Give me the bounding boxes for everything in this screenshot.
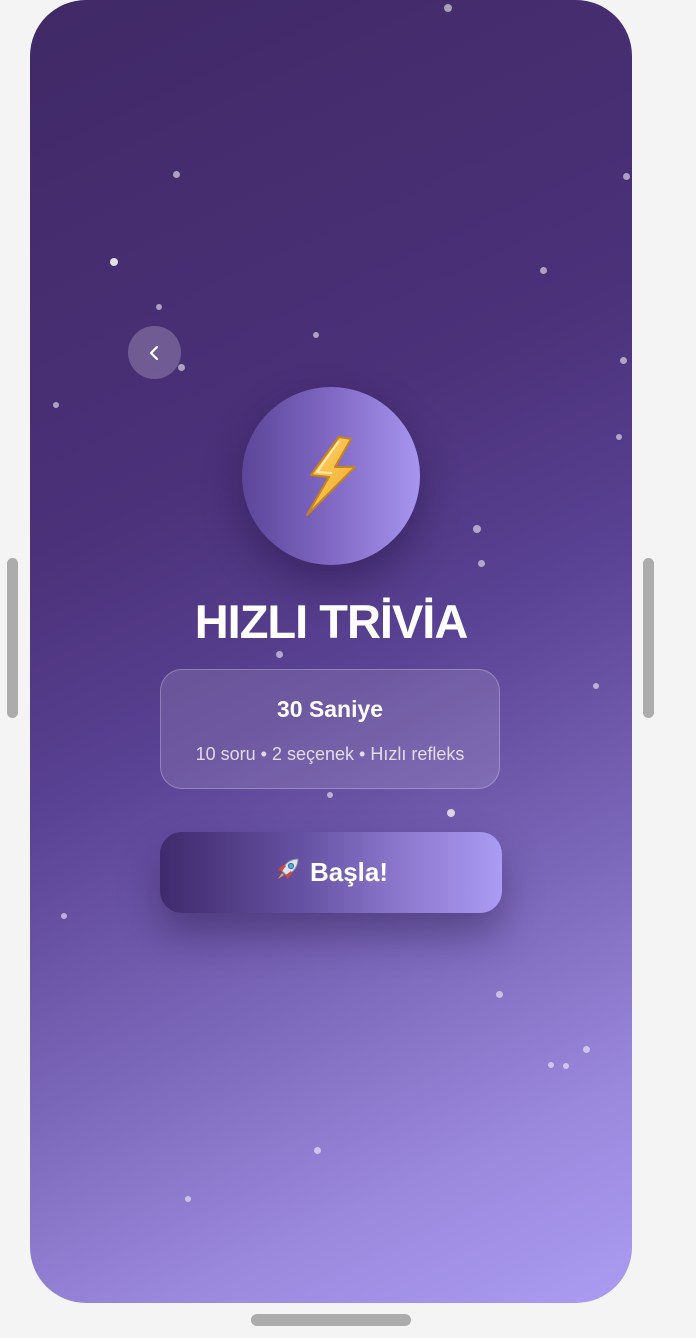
star-decoration	[313, 332, 319, 338]
star-decoration	[593, 683, 599, 689]
start-button[interactable]: Başla!	[160, 832, 502, 913]
star-decoration	[185, 1196, 191, 1202]
star-decoration	[620, 357, 627, 364]
star-decoration	[540, 267, 547, 274]
back-button[interactable]	[128, 326, 181, 379]
side-power-button	[643, 558, 654, 718]
star-decoration	[110, 258, 118, 266]
side-volume-button	[7, 558, 18, 718]
star-decoration	[178, 364, 185, 371]
star-decoration	[478, 560, 485, 567]
star-decoration	[473, 525, 481, 533]
star-decoration	[563, 1063, 569, 1069]
star-decoration	[173, 171, 180, 178]
star-decoration	[616, 434, 622, 440]
duration-label: 30 Saniye	[276, 696, 384, 722]
phone-screen: HIZLI TRİVİA 30 Saniye 10 soru • 2 seçen…	[30, 0, 632, 1303]
star-decoration	[61, 913, 67, 919]
home-indicator[interactable]	[251, 1314, 411, 1326]
star-decoration	[327, 792, 333, 798]
star-decoration	[53, 402, 59, 408]
star-decoration	[496, 991, 503, 998]
star-decoration	[444, 4, 452, 12]
game-details: 10 soru • 2 seçenek • Hızlı refleks	[195, 744, 465, 764]
star-decoration	[276, 651, 283, 658]
lightning-bolt-icon	[306, 436, 356, 516]
info-card: 30 Saniye 10 soru • 2 seçenek • Hızlı re…	[160, 669, 500, 789]
game-title: HIZLI TRİVİA	[194, 595, 469, 648]
star-decoration	[583, 1046, 590, 1053]
star-decoration	[548, 1062, 554, 1068]
star-decoration	[314, 1147, 321, 1154]
page: HIZLI TRİVİA 30 Saniye 10 soru • 2 seçen…	[0, 0, 696, 1338]
start-button-label: Başla!	[309, 857, 389, 887]
star-decoration	[447, 809, 455, 817]
rocket-icon	[274, 855, 302, 890]
star-decoration	[156, 304, 162, 310]
hero-icon-circle	[242, 387, 420, 565]
star-decoration	[623, 173, 630, 180]
chevron-left-icon	[149, 345, 158, 360]
